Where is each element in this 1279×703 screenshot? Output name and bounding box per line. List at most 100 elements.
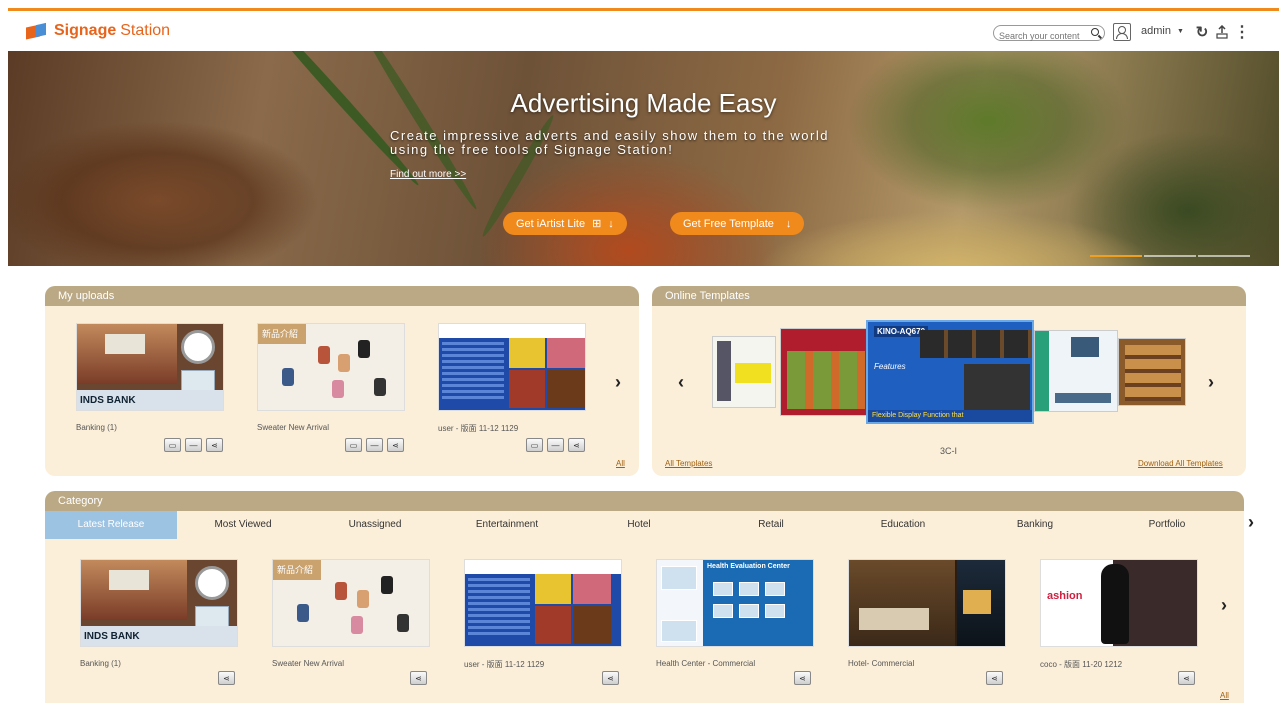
publish-button[interactable]: ▭ bbox=[345, 438, 362, 452]
search-input[interactable] bbox=[994, 29, 1082, 43]
slide-indicator-1[interactable] bbox=[1090, 255, 1142, 257]
my-uploads-title: My uploads bbox=[45, 286, 639, 306]
hero-subtitle-line2: using the free tools of Signage Station! bbox=[390, 142, 674, 157]
download-arrow-icon: ↓ bbox=[785, 217, 792, 230]
thumb-text: 新品介紹 bbox=[273, 560, 321, 580]
category-all-link[interactable]: All bbox=[1220, 691, 1229, 700]
template-card-feature: Features bbox=[874, 362, 906, 371]
share-icon[interactable]: ⋖ bbox=[602, 671, 619, 685]
logo-icon bbox=[26, 22, 48, 40]
template-card[interactable] bbox=[1034, 330, 1118, 412]
remove-button[interactable]: — bbox=[547, 438, 564, 452]
remove-button[interactable]: — bbox=[366, 438, 383, 452]
category-caption: Hotel- Commercial bbox=[848, 659, 915, 668]
get-free-template-label: Get Free Template bbox=[683, 217, 774, 230]
category-caption: Health Center - Commercial bbox=[656, 659, 756, 668]
decor-herb bbox=[253, 51, 423, 189]
template-card[interactable] bbox=[712, 336, 776, 408]
chevron-down-icon: ▼ bbox=[1176, 27, 1184, 35]
tab-banking[interactable]: Banking bbox=[969, 511, 1101, 539]
upload-caption: user - 版面 11-12 1129 bbox=[438, 424, 519, 433]
download-all-templates-link[interactable]: Download All Templates bbox=[1138, 459, 1223, 468]
clock-icon bbox=[195, 566, 229, 600]
chevron-right-icon[interactable]: › bbox=[615, 372, 621, 393]
upload-caption: Banking (1) bbox=[76, 423, 117, 432]
thumb-text: INDS BANK bbox=[81, 626, 237, 646]
logo-text-bold: Signage bbox=[54, 22, 117, 39]
online-templates-panel: Online Templates ‹ KINO-AQ670 Features F… bbox=[652, 286, 1246, 476]
get-free-template-button[interactable]: Get Free Template ↓ bbox=[670, 212, 805, 235]
tab-hotel[interactable]: Hotel bbox=[573, 511, 705, 539]
find-out-more-link[interactable]: Find out more >> bbox=[390, 169, 466, 180]
category-caption: user - 版面 11-12 1129 bbox=[464, 660, 545, 669]
share-icon[interactable]: ⋖ bbox=[568, 438, 585, 452]
tab-unassigned[interactable]: Unassigned bbox=[309, 511, 441, 539]
category-thumb-banking[interactable]: INDS BANK bbox=[80, 559, 238, 647]
my-uploads-all-link[interactable]: All bbox=[616, 459, 625, 468]
header: Signage Station admin ▼ ↻ ⋮ bbox=[8, 11, 1279, 51]
all-templates-link[interactable]: All Templates bbox=[665, 459, 712, 468]
remove-button[interactable]: — bbox=[185, 438, 202, 452]
share-icon[interactable]: ⋖ bbox=[986, 671, 1003, 685]
get-iartist-label: Get iArtist Lite bbox=[516, 217, 586, 230]
template-card-foot: Flexible Display Function that bbox=[868, 410, 1032, 422]
thumb-text: Health Evaluation Center bbox=[707, 563, 790, 570]
publish-button[interactable]: ▭ bbox=[164, 438, 181, 452]
upload-thumb-news[interactable] bbox=[438, 323, 586, 411]
tab-retail[interactable]: Retail bbox=[705, 511, 837, 539]
upload-thumb-sweater[interactable]: 新品介紹 bbox=[257, 323, 405, 411]
slide-indicator-2[interactable] bbox=[1144, 255, 1196, 257]
template-card[interactable] bbox=[780, 328, 870, 416]
clock-icon bbox=[181, 330, 215, 364]
tab-portfolio[interactable]: Portfolio bbox=[1101, 511, 1233, 539]
category-thumb-sweater[interactable]: 新品介紹 bbox=[272, 559, 430, 647]
share-icon[interactable]: ⋖ bbox=[410, 671, 427, 685]
share-icon[interactable]: ⋖ bbox=[218, 671, 235, 685]
category-caption: Sweater New Arrival bbox=[272, 659, 345, 668]
windows-icon: ⊞ bbox=[592, 218, 602, 230]
slide-indicator-3[interactable] bbox=[1198, 255, 1250, 257]
share-icon[interactable]: ⋖ bbox=[1178, 671, 1195, 685]
app-logo[interactable]: Signage Station bbox=[26, 22, 170, 40]
hero-subtitle: Create impressive adverts and easily sho… bbox=[390, 129, 910, 157]
user-icon[interactable] bbox=[1113, 23, 1131, 41]
search-box[interactable] bbox=[993, 25, 1105, 43]
publish-button[interactable]: ▭ bbox=[526, 438, 543, 452]
online-templates-title: Online Templates bbox=[652, 286, 1246, 306]
chevron-left-icon[interactable]: ‹ bbox=[678, 372, 684, 393]
refresh-icon[interactable]: ↻ bbox=[1193, 23, 1211, 41]
template-card-selected[interactable]: KINO-AQ670 Features Flexible Display Fun… bbox=[866, 320, 1034, 424]
category-title: Category bbox=[45, 491, 1244, 511]
search-icon[interactable] bbox=[1091, 28, 1099, 36]
category-thumb-health[interactable]: Health Evaluation Center bbox=[656, 559, 814, 647]
hero-subtitle-line1: Create impressive adverts and easily sho… bbox=[390, 128, 829, 143]
thumb-text: ashion bbox=[1047, 590, 1083, 602]
chevron-right-icon[interactable]: › bbox=[1221, 595, 1227, 616]
share-icon[interactable]: ⋖ bbox=[206, 438, 223, 452]
tabs-scroll-right-icon[interactable]: › bbox=[1248, 512, 1254, 533]
logo-text-rest: Station bbox=[120, 22, 171, 39]
user-menu[interactable]: admin ▼ bbox=[1141, 25, 1184, 37]
tab-entertainment[interactable]: Entertainment bbox=[441, 511, 573, 539]
tab-most-viewed[interactable]: Most Viewed bbox=[177, 511, 309, 539]
get-iartist-button[interactable]: Get iArtist Lite ⊞ ↓ bbox=[503, 212, 627, 235]
thumb-text: 新品介紹 bbox=[258, 324, 306, 344]
category-caption: Banking (1) bbox=[80, 659, 121, 668]
category-thumb-coco[interactable]: ashion bbox=[1040, 559, 1198, 647]
category-thumb-news[interactable] bbox=[464, 559, 622, 647]
category-panel: Category Latest Release Most Viewed Unas… bbox=[45, 491, 1244, 703]
chevron-right-icon[interactable]: › bbox=[1208, 372, 1214, 393]
template-card[interactable] bbox=[1118, 338, 1186, 406]
share-icon[interactable]: ⋖ bbox=[387, 438, 404, 452]
hero-banner: Advertising Made Easy Create impressive … bbox=[8, 51, 1279, 266]
more-menu-icon[interactable]: ⋮ bbox=[1233, 23, 1251, 41]
tab-education[interactable]: Education bbox=[837, 511, 969, 539]
hero-title: Advertising Made Easy bbox=[510, 88, 777, 118]
share-icon[interactable]: ⋖ bbox=[794, 671, 811, 685]
upload-icon[interactable] bbox=[1213, 23, 1231, 41]
upload-thumb-banking[interactable]: INDS BANK bbox=[76, 323, 224, 411]
tab-latest-release[interactable]: Latest Release bbox=[45, 511, 177, 539]
thumb-text: INDS BANK bbox=[77, 390, 223, 410]
category-caption: coco - 版面 11-20 1212 bbox=[1040, 660, 1123, 669]
category-thumb-hotel[interactable] bbox=[848, 559, 1006, 647]
